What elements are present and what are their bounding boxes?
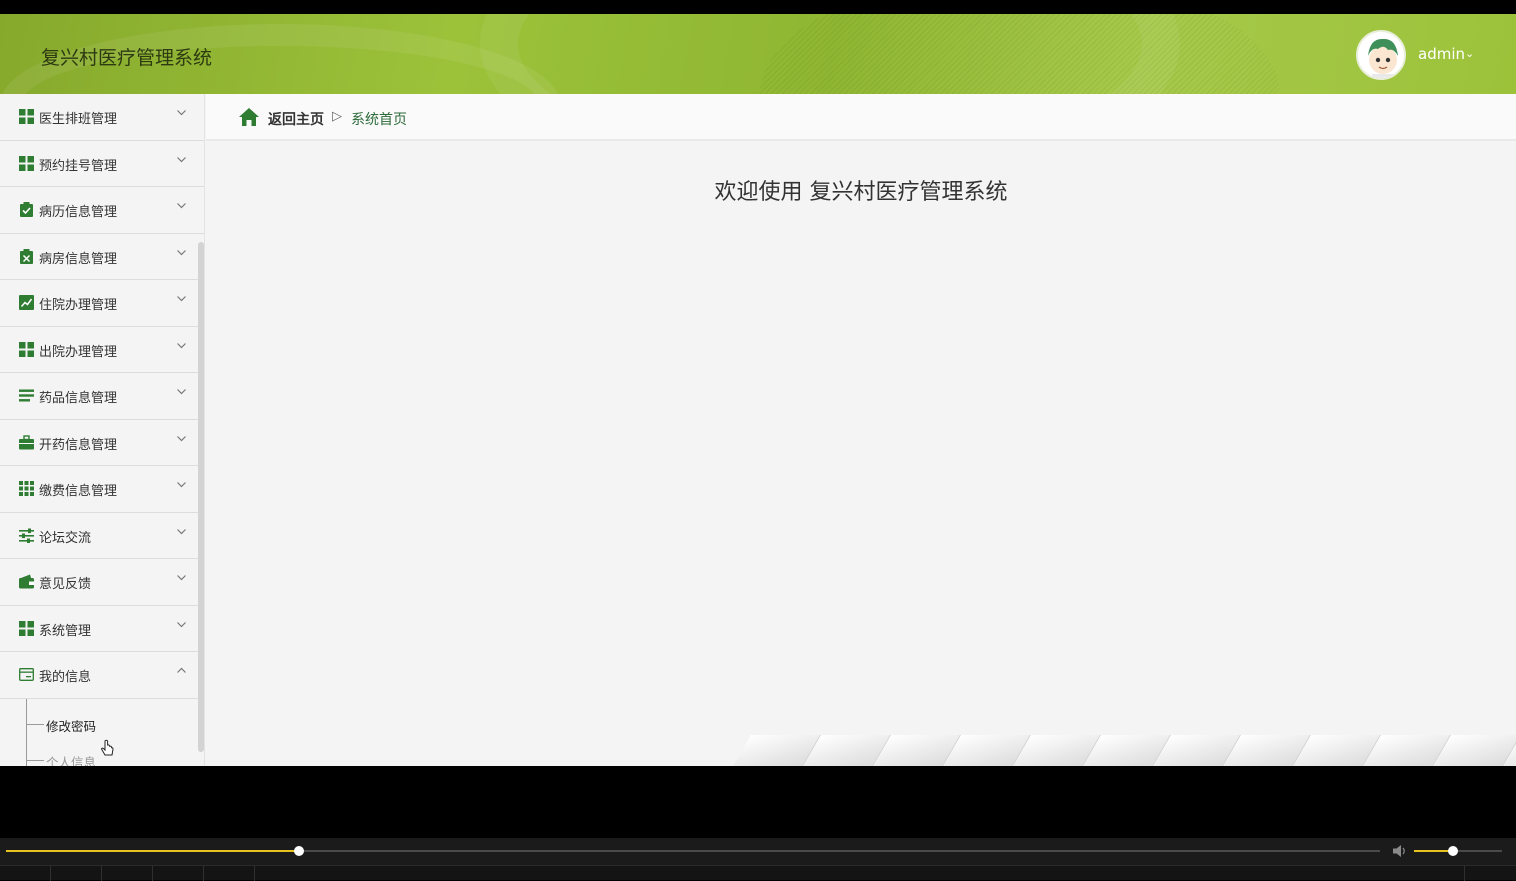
sidebar-item[interactable]: 病历信息管理 (0, 187, 204, 234)
chevron-down-icon[interactable] (176, 433, 187, 444)
sidebar-item[interactable]: 出院办理管理 (0, 327, 204, 373)
volume-icon[interactable] (1392, 844, 1408, 858)
decorative-floor (730, 735, 1516, 766)
chevron-down-icon[interactable] (176, 479, 187, 490)
sidebar-item[interactable]: 我的信息 (0, 652, 204, 699)
hand-cursor-icon (100, 739, 114, 755)
seek-progress (6, 850, 299, 852)
chevron-down-icon[interactable] (176, 107, 187, 118)
sidebar-item-label: 开药信息管理 (39, 437, 118, 453)
sidebar-item[interactable]: 医生排班管理 (0, 94, 204, 141)
sidebar-item-label: 意见反馈 (39, 577, 92, 592)
home-icon[interactable] (238, 107, 260, 127)
sidebar-item-label: 医生排班管理 (39, 112, 118, 127)
sidebar-item[interactable]: 系统管理 (0, 606, 204, 652)
breadcrumb-current[interactable]: 系统首页 (351, 109, 407, 129)
grid-icon (19, 109, 34, 124)
sidebar-scrollbar[interactable] (198, 242, 204, 752)
user-name[interactable]: admin (1418, 45, 1465, 63)
sidebar-item-label: 我的信息 (39, 670, 92, 685)
sidebar-item-label: 住院办理管理 (39, 298, 118, 313)
volume-handle[interactable] (1447, 846, 1458, 856)
chevron-down-icon[interactable] (176, 386, 187, 397)
sidebar-item-label: 预约挂号管理 (39, 158, 118, 174)
chart-line-icon (19, 295, 34, 310)
sidebar-item-label: 系统管理 (39, 623, 92, 639)
chevron-down-icon[interactable] (176, 200, 187, 211)
seek-bar[interactable] (6, 850, 1380, 852)
chevron-down-icon[interactable] (176, 619, 187, 630)
seek-handle[interactable] (293, 846, 304, 856)
submenu-label: 个人信息 (46, 754, 97, 767)
sidebar-item-label: 药品信息管理 (39, 391, 118, 406)
sidebar-item[interactable]: 缴费信息管理 (0, 466, 204, 513)
submenu-label: 修改密码 (46, 718, 97, 734)
chevron-down-icon[interactable]: ⌄ (1465, 47, 1474, 60)
chevron-down-icon[interactable] (176, 572, 187, 583)
grid-nine-icon (19, 481, 34, 496)
sidebar-item[interactable]: 开药信息管理 (0, 420, 204, 466)
volume-level (1414, 850, 1453, 852)
sliders-icon (19, 528, 34, 543)
chevron-down-icon[interactable] (176, 293, 187, 304)
volume-slider[interactable] (1414, 850, 1502, 852)
chevron-down-icon[interactable] (176, 526, 187, 537)
sidebar-item[interactable]: 论坛交流 (0, 513, 204, 559)
chevron-up-icon[interactable] (176, 665, 187, 676)
sidebar-item[interactable]: 病房信息管理 (0, 234, 204, 280)
sidebar-item-label: 缴费信息管理 (39, 484, 118, 499)
header-decoration (760, 14, 1280, 94)
submenu-my-info: 修改密码 个人信息 (0, 698, 204, 767)
chevron-down-icon[interactable] (176, 154, 187, 165)
sidebar-item-label: 出院办理管理 (39, 344, 118, 360)
welcome-heading: 欢迎使用 复兴村医疗管理系统 (714, 180, 1008, 205)
top-header: 复兴村医疗管理系统 admin ⌄ (0, 14, 1516, 94)
sidebar-item[interactable]: 预约挂号管理 (0, 141, 204, 187)
app-screen: 复兴村医疗管理系统 admin ⌄ 医生排班管理 预约挂号管理 病历信息管理 病房信息… (0, 14, 1516, 766)
breadcrumb-separator-icon: ▷ (332, 109, 342, 124)
chevron-down-icon[interactable] (176, 340, 187, 351)
app-title: 复兴村医疗管理系统 (41, 47, 213, 69)
breadcrumb: 返回主页 ▷ 系统首页 (206, 94, 1516, 141)
breadcrumb-home-link[interactable]: 返回主页 (268, 109, 324, 129)
list-icon (19, 389, 34, 402)
sidebar-item[interactable]: 意见反馈 (0, 559, 204, 606)
chevron-down-icon[interactable] (176, 247, 187, 258)
grid-icon (19, 620, 34, 636)
user-avatar[interactable] (1356, 30, 1406, 80)
wallet-icon (19, 574, 34, 589)
sidebar-item[interactable]: 住院办理管理 (0, 280, 204, 327)
id-card-icon (19, 668, 34, 681)
briefcase-icon (19, 434, 34, 449)
sidebar-item[interactable]: 药品信息管理 (0, 373, 204, 420)
clipboard-x-icon (20, 248, 33, 264)
clipboard-check-icon (20, 202, 33, 217)
grid-icon (19, 155, 34, 171)
video-player-controls (0, 838, 1516, 881)
sidebar-item-label: 论坛交流 (39, 530, 92, 546)
sidebar-item-label: 病历信息管理 (39, 205, 118, 220)
sidebar-item-label: 病房信息管理 (39, 251, 118, 267)
grid-icon (19, 341, 34, 357)
submenu-item-change-password[interactable]: 修改密码 (26, 712, 186, 738)
player-toolbar (0, 865, 1516, 881)
sidebar-menu: 医生排班管理 预约挂号管理 病历信息管理 病房信息管理 住院办理管理 出院办理管理 药品信息… (0, 94, 205, 766)
